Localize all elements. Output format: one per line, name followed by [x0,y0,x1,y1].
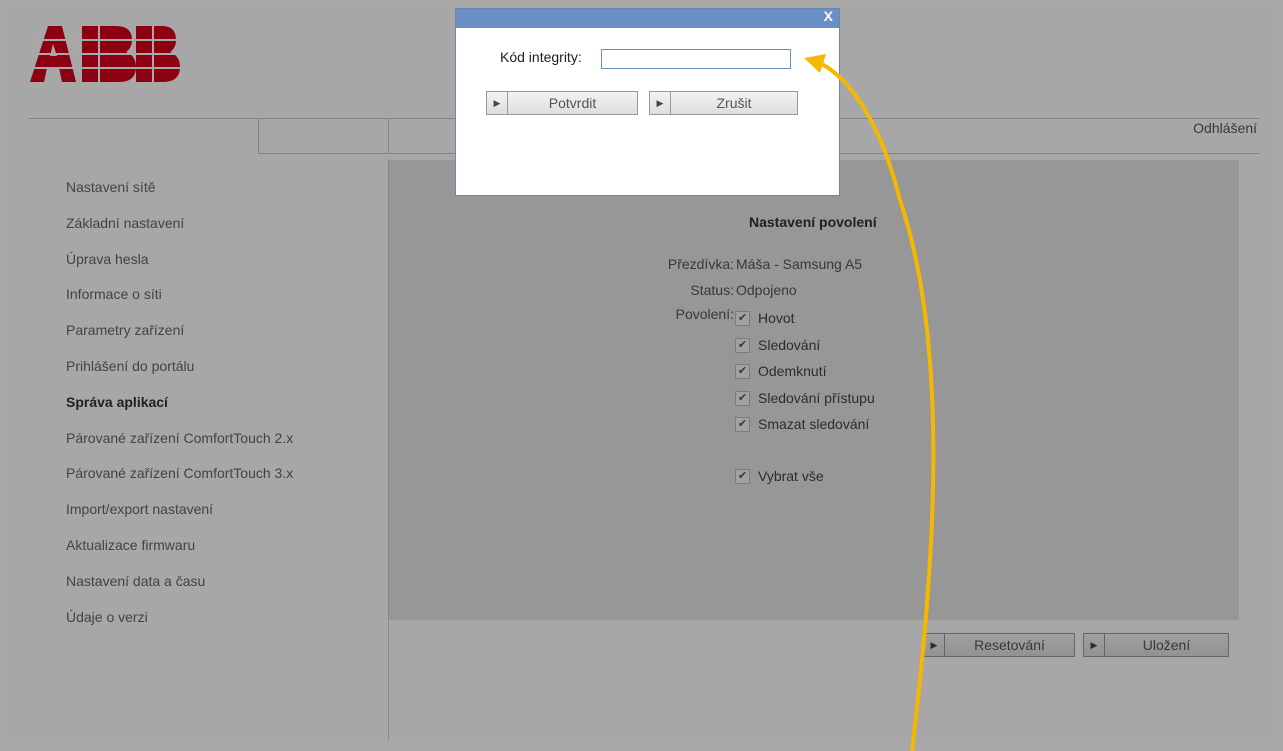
integrity-code-dialog: X Kód integrity: ▶ Potvrdit ▶ Zrušit [455,8,840,196]
play-arrow-icon: ▶ [487,92,508,114]
play-arrow-icon: ▶ [650,92,671,114]
confirm-button-label: Potvrdit [548,95,597,111]
integrity-code-input[interactable] [601,49,791,69]
cancel-button-label: Zrušit [716,95,752,111]
page: Odhlášení Nastavení sítě Základní nastav… [0,0,1283,751]
confirm-button[interactable]: ▶ Potvrdit [486,91,638,115]
cancel-button[interactable]: ▶ Zrušit [649,91,798,115]
integrity-code-label: Kód integrity: [500,49,582,65]
close-button[interactable]: X [824,8,833,24]
dialog-titlebar: X [456,8,839,28]
